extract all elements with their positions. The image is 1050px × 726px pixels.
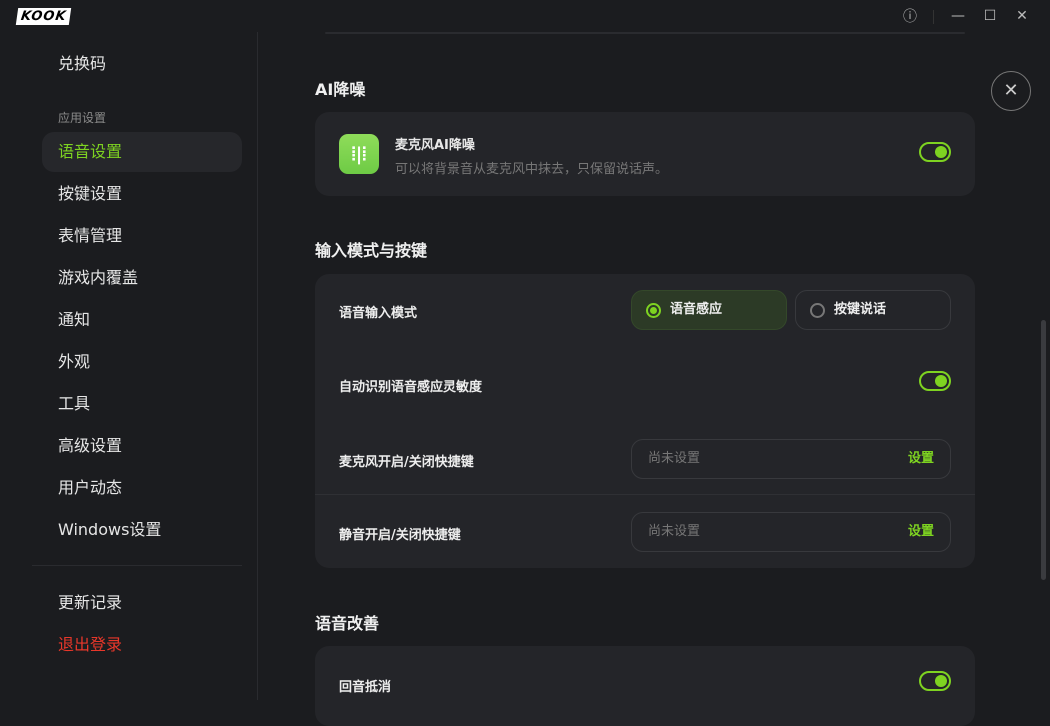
ai-noise-desc: 可以将背景音从麦克风中抹去，只保留说话声。: [395, 158, 668, 177]
sidebar-item-overlay[interactable]: 游戏内覆盖: [42, 258, 242, 298]
sidebar-item-emoji[interactable]: 表情管理: [42, 216, 242, 256]
divider: [32, 565, 242, 566]
auto-sensitivity-label: 自动识别语音感应灵敏度: [339, 376, 482, 395]
radio-push-to-talk[interactable]: 按键说话: [795, 290, 951, 330]
radio-selected-icon: [646, 303, 661, 318]
mic-hotkey-label: 麦克风开启/关闭快捷键: [339, 451, 474, 470]
sidebar-item-voice[interactable]: 语音设置: [42, 132, 242, 172]
mute-hotkey-label: 静音开启/关闭快捷键: [339, 524, 461, 543]
sidebar-item-changelog[interactable]: 更新记录: [42, 583, 242, 623]
mic-hotkey-set-button[interactable]: 设置: [908, 440, 934, 478]
sidebar-section-app-settings: 应用设置: [58, 109, 106, 126]
voice-improve-card: 回音抵消: [315, 646, 975, 726]
echo-cancel-label: 回音抵消: [339, 676, 391, 695]
maximize-icon[interactable]: ☐: [978, 6, 1002, 26]
sidebar-item-activity[interactable]: 用户动态: [42, 468, 242, 508]
sidebar: 兑换码 应用设置 语音设置 按键设置 表情管理 游戏内覆盖 通知 外观 工具 高…: [0, 32, 258, 700]
ai-noise-label: 麦克风AI降噪: [395, 134, 475, 153]
mic-hotkey-input[interactable]: 尚未设置 设置: [631, 439, 951, 479]
radio-voice-activity[interactable]: 语音感应: [631, 290, 787, 330]
echo-cancel-toggle[interactable]: [919, 671, 951, 691]
auto-sensitivity-toggle[interactable]: [919, 371, 951, 391]
divider: [315, 494, 975, 495]
divider: [325, 32, 965, 34]
section-title-input: 输入模式与按键: [315, 237, 427, 261]
sidebar-item-keys[interactable]: 按键设置: [42, 174, 242, 214]
section-title-ai: AI降噪: [315, 76, 365, 100]
help-icon[interactable]: ⓘ: [898, 6, 922, 26]
kook-logo: KOOK: [16, 8, 72, 25]
window-close-icon[interactable]: ✕: [1010, 6, 1034, 26]
sidebar-item-windows[interactable]: Windows设置: [42, 510, 242, 550]
mute-hotkey-set-button[interactable]: 设置: [908, 513, 934, 551]
sidebar-item-notify[interactable]: 通知: [42, 300, 242, 340]
radio-label: 语音感应: [670, 302, 722, 317]
ai-noise-toggle[interactable]: [919, 142, 951, 162]
logout-button[interactable]: 退出登录: [42, 625, 242, 665]
radio-icon: [810, 303, 825, 318]
close-icon: ✕: [1003, 80, 1018, 101]
sidebar-item-tools[interactable]: 工具: [42, 384, 242, 424]
minimize-icon[interactable]: —: [946, 6, 970, 26]
sidebar-item-redeem[interactable]: 兑换码: [42, 44, 242, 84]
sidebar-item-advanced[interactable]: 高级设置: [42, 426, 242, 466]
hotkey-placeholder: 尚未设置: [648, 451, 700, 466]
divider: [933, 10, 934, 24]
waveform-icon: ⦙|⦙: [339, 134, 379, 174]
close-settings-button[interactable]: ✕: [991, 71, 1031, 111]
scrollbar[interactable]: [1041, 320, 1046, 580]
radio-label: 按键说话: [834, 302, 886, 317]
input-mode-card: 语音输入模式 语音感应 按键说话 自动识别语音感应灵敏度 麦克风开启/关闭快捷键…: [315, 274, 975, 568]
hotkey-placeholder: 尚未设置: [648, 524, 700, 539]
ai-noise-card: ⦙|⦙ 麦克风AI降噪 可以将背景音从麦克风中抹去，只保留说话声。: [315, 112, 975, 196]
sidebar-item-appearance[interactable]: 外观: [42, 342, 242, 382]
section-title-improve: 语音改善: [315, 610, 379, 634]
mute-hotkey-input[interactable]: 尚未设置 设置: [631, 512, 951, 552]
input-mode-label: 语音输入模式: [339, 302, 417, 321]
